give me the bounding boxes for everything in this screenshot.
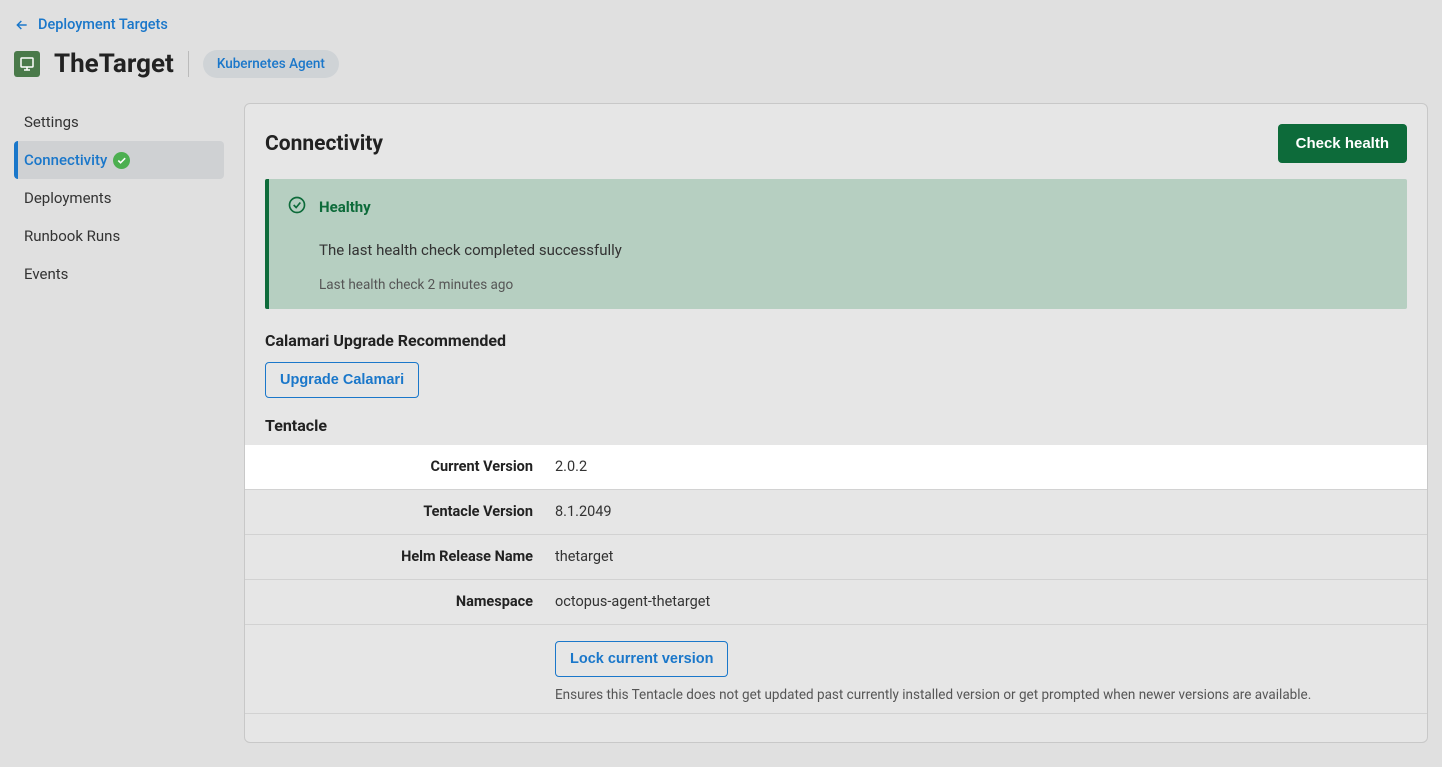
sidebar-item-label: Runbook Runs [24,227,120,245]
divider [188,51,189,77]
target-icon [14,51,40,77]
prop-label: Current Version [245,445,545,489]
breadcrumb-link[interactable]: Deployment Targets [38,16,168,33]
sidebar: Settings Connectivity Deployments Runboo… [14,103,224,743]
panel-header: Connectivity Check health [245,124,1427,179]
back-arrow-icon[interactable] [14,17,30,33]
sidebar-item-connectivity[interactable]: Connectivity [14,141,224,179]
health-timestamp: Last health check 2 minutes ago [319,277,1389,293]
prop-label: Tentacle Version [245,490,545,534]
prop-label: Helm Release Name [245,535,545,579]
prop-row-namespace: Namespace octopus-agent-thetarget [245,580,1427,625]
sidebar-item-settings[interactable]: Settings [14,103,224,141]
sidebar-item-label: Connectivity [24,151,107,169]
prop-row-helm-release: Helm Release Name thetarget [245,535,1427,580]
health-banner: Healthy The last health check completed … [265,179,1407,309]
calamari-heading: Calamari Upgrade Recommended [245,325,1427,362]
lock-version-button[interactable]: Lock current version [555,641,728,677]
sidebar-item-label: Settings [24,113,79,131]
prop-value: 2.0.2 [545,445,1427,489]
prop-row-current-version: Current Version 2.0.2 [245,445,1427,490]
prop-row-lock: Lock current version Ensures this Tentac… [245,625,1427,714]
prop-label: Namespace [245,580,545,624]
healthy-icon [287,195,307,219]
prop-value: thetarget [545,535,1427,579]
sidebar-item-label: Deployments [24,189,111,207]
upgrade-calamari-button[interactable]: Upgrade Calamari [265,362,419,398]
agent-type-badge: Kubernetes Agent [203,50,339,78]
main-panel: Connectivity Check health Healthy The la… [244,103,1428,743]
health-status: Healthy [319,198,371,216]
check-icon [113,152,130,169]
page-title: TheTarget [54,49,174,79]
prop-value: octopus-agent-thetarget [545,580,1427,624]
prop-value: 8.1.2049 [545,490,1427,534]
sidebar-item-label: Events [24,265,68,283]
sidebar-item-deployments[interactable]: Deployments [14,179,224,217]
prop-row-tentacle-version: Tentacle Version 8.1.2049 [245,490,1427,535]
health-description: The last health check completed successf… [319,241,1389,259]
prop-label-empty [245,625,545,713]
check-health-button[interactable]: Check health [1278,124,1407,163]
tentacle-heading: Tentacle [245,398,1427,445]
panel-title: Connectivity [265,132,383,156]
lock-description: Ensures this Tentacle does not get updat… [555,687,1427,703]
title-row: TheTarget Kubernetes Agent [0,39,1442,103]
sidebar-item-events[interactable]: Events [14,255,224,293]
sidebar-item-runbook-runs[interactable]: Runbook Runs [14,217,224,255]
breadcrumb: Deployment Targets [0,0,1442,39]
